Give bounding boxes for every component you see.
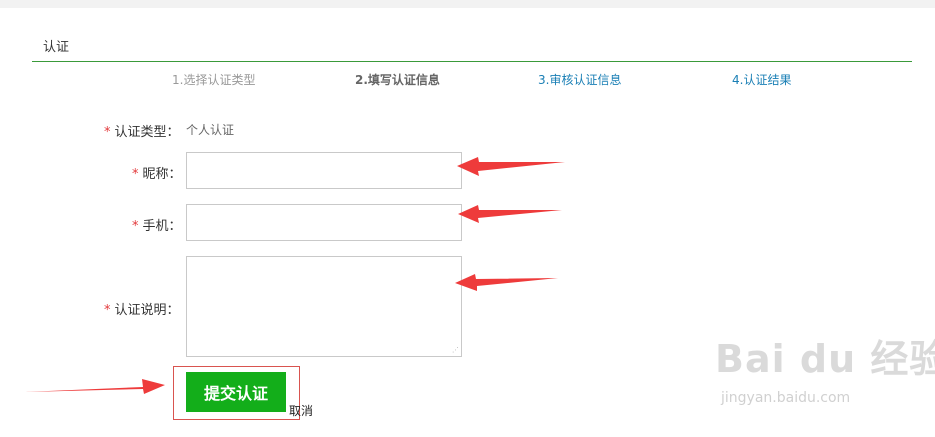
arrow-icon xyxy=(455,274,558,291)
arrow-icon xyxy=(458,205,562,223)
arrow-icon xyxy=(25,379,165,394)
baidu-watermark: Bai du 经验 jingyan.baidu.com xyxy=(715,328,935,418)
arrow-icon xyxy=(457,157,565,176)
watermark-brand: Bai du 经验 xyxy=(715,337,935,381)
watermark-url: jingyan.baidu.com xyxy=(721,390,851,406)
